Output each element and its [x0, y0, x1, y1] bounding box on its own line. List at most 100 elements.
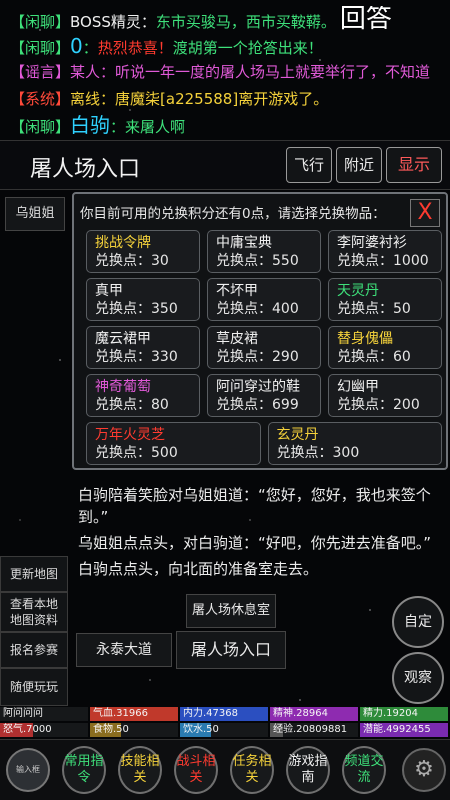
- exchange-item-cost: 兑换点：500: [95, 445, 178, 461]
- exchange-item[interactable]: 挑战令牌 兑换点：30: [86, 230, 200, 273]
- narration-text: 白驹陪着笑脸对乌姐姐道：“您好，您好，我也来签个到。” 乌姐姐点点头，对白驹道：…: [78, 484, 446, 584]
- exchange-item-name: 中庸宝典: [216, 235, 272, 251]
- status-bar-label: 怒气.7000: [3, 724, 52, 735]
- exchange-item[interactable]: 万年火灵芝兑换点：500: [86, 422, 261, 465]
- show-button[interactable]: 显示: [386, 147, 442, 183]
- skills-button[interactable]: 技能相关: [118, 746, 162, 794]
- exchange-item[interactable]: 幻幽甲兑换点：200: [328, 374, 442, 417]
- custom-command-button[interactable]: 自定: [392, 596, 444, 648]
- exchange-item[interactable]: 中庸宝典兑换点：550: [207, 230, 321, 273]
- combat-button[interactable]: 战斗相关: [174, 746, 218, 794]
- npc-button-wu-jiejie[interactable]: 乌姐姐: [5, 197, 65, 231]
- exchange-item-name: 草皮裙: [216, 331, 258, 347]
- exchange-item[interactable]: 替身傀儡 兑换点：60: [328, 326, 442, 369]
- status-bar: 怒气.7000: [0, 723, 88, 737]
- exchange-item[interactable]: 李阿婆衬衫 兑换点：1000: [328, 230, 442, 273]
- chat-line: 【系统】离线：唐魔柒[a225588]离开游戏了。: [10, 86, 440, 113]
- exchange-item-name: 万年火灵芝: [95, 427, 165, 443]
- observe-button[interactable]: 观察: [392, 652, 444, 704]
- exit-west-yongtai-road[interactable]: 永泰大道: [76, 633, 172, 667]
- exchange-item-name: 真甲: [95, 283, 123, 299]
- narration-line: 白驹点点头，向北面的准备室走去。: [78, 560, 319, 578]
- location-bar: 屠人场入口 飞行 附近 显示: [0, 140, 450, 190]
- exchange-item-name: 阿问穿过的鞋: [216, 379, 300, 395]
- exchange-item[interactable]: 神奇葡萄兑换点：80: [86, 374, 200, 417]
- status-bar: 内力.47368: [180, 707, 268, 721]
- chat-channel-tag: 【闲聊】: [10, 13, 71, 31]
- chat-message: 听说一年一度的屠人场马上就要举行了，不知道: [115, 63, 431, 81]
- exchange-item[interactable]: 草皮裙兑换点：290: [207, 326, 321, 369]
- nearby-button[interactable]: 附近: [336, 147, 382, 183]
- narration-line: 乌姐姐点点头，对白驹道：“好吧，你先进去准备吧。”: [78, 534, 432, 552]
- status-bar-label: 精神.28964: [273, 708, 328, 719]
- exchange-item-name: 神奇葡萄: [95, 379, 151, 395]
- narration-line: 白驹陪着笑脸对乌姐姐道：“您好，您好，我也来签个到。”: [78, 486, 431, 526]
- current-location-label: 屠人场入口: [176, 631, 286, 669]
- chat-channel-tag: 【系统】: [10, 89, 71, 108]
- chat-log[interactable]: 【闲聊】BOSS精灵：东市买骏马，西市买鞍鞯。 回答 【闲聊】0：热烈恭喜！渡胡第…: [0, 0, 450, 140]
- exchange-item-cost: 兑换点：290: [216, 349, 299, 365]
- exchange-item-cost: 兑换点：80: [95, 397, 169, 413]
- chat-separator: ：: [110, 118, 126, 136]
- exchange-item-name: 魔云裙甲: [95, 331, 151, 347]
- exchange-item[interactable]: 魔云裙甲兑换点：330: [86, 326, 200, 369]
- avatar[interactable]: 输入框: [6, 748, 50, 792]
- chat-message: 来屠人啊: [125, 118, 186, 136]
- status-bars: 阿问问问 气血.31966 内力.47368 精神.28964 精力.19204 怒气.7…: [0, 707, 450, 739]
- chat-speaker: 某人：: [70, 63, 116, 81]
- exchange-item-name: 幻幽甲: [337, 379, 379, 395]
- exchange-dialog-header: 你目前可用的兑换积分还有0点，请选择兑换物品：: [80, 206, 386, 222]
- exchange-item-cost: 兑换点：350: [95, 301, 178, 317]
- exchange-item[interactable]: 阿问穿过的鞋 兑换点：699: [207, 374, 321, 417]
- channel-chat-button[interactable]: 频道交流: [342, 746, 386, 794]
- chat-channel-tag: 【闲聊】: [10, 38, 71, 57]
- answer-link[interactable]: 回答: [340, 6, 392, 33]
- chat-message: 热烈恭喜！: [97, 38, 173, 57]
- chat-channel-tag: 【谣言】: [10, 63, 71, 81]
- exchange-dialog: 你目前可用的兑换积分还有0点，请选择兑换物品： X 挑战令牌 兑换点：30 中庸宝典…: [72, 192, 448, 470]
- status-bar-label: 食物.50: [93, 724, 129, 735]
- status-bar-label: 潜能.4992455: [363, 724, 431, 735]
- exchange-item-cost: 兑换点：550: [216, 253, 299, 269]
- chat-speaker: 离线：: [70, 89, 116, 108]
- status-bar-label: 内力.47368: [183, 708, 238, 719]
- exchange-item[interactable]: 天灵丹 兑换点：50: [328, 278, 442, 321]
- exchange-item-cost: 兑换点：200: [337, 397, 420, 413]
- status-bar: 阿问问问: [0, 707, 88, 721]
- bottom-nav: 输入框 常用指令 技能相关 战斗相关 任务相关 游戏指南 频道交流 ⚙: [0, 739, 450, 800]
- status-bar: 精神.28964: [270, 707, 358, 721]
- exchange-item-name: 替身傀儡: [337, 331, 393, 347]
- exchange-item-name: 挑战令牌: [95, 235, 151, 251]
- chat-line: 【闲聊】白驹：来屠人啊: [10, 112, 440, 139]
- guide-button[interactable]: 游戏指南: [286, 746, 330, 794]
- chat-line: 【闲聊】BOSS精灵：东市买骏马，西市买鞍鞯。 回答: [10, 6, 440, 33]
- exchange-item[interactable]: 不坏甲 兑换点：400: [207, 278, 321, 321]
- close-icon[interactable]: X: [410, 199, 440, 227]
- chat-message: 东市买骏马，西市买鞍鞯。: [155, 13, 336, 31]
- refresh-map-button[interactable]: 更新地图: [0, 556, 68, 592]
- exchange-item-cost: 兑换点：400: [216, 301, 299, 317]
- gear-icon[interactable]: ⚙: [402, 748, 446, 792]
- exit-north-rest-room[interactable]: 屠人场休息室: [186, 594, 276, 628]
- view-local-map-button[interactable]: 查看本地地图资料: [0, 592, 68, 632]
- exchange-item-cost: 兑换点：330: [95, 349, 178, 365]
- status-bar-label: 饮水.50: [183, 724, 219, 735]
- signup-button[interactable]: 报名参赛: [0, 632, 68, 668]
- chat-speaker: BOSS精灵：: [70, 13, 156, 31]
- casual-play-button[interactable]: 随便玩玩: [0, 668, 68, 706]
- exchange-item-cost: 兑换点：300: [276, 445, 360, 461]
- status-bar: 经验.20809881: [270, 723, 358, 737]
- fly-button[interactable]: 飞行: [286, 147, 332, 183]
- exchange-item-cost: 兑换点：50: [337, 301, 411, 317]
- exchange-item[interactable]: 玄灵丹兑换点：300: [267, 422, 442, 465]
- common-commands-button[interactable]: 常用指令: [62, 746, 106, 794]
- chat-line: 【谣言】某人：听说一年一度的屠人场马上就要举行了，不知道: [10, 59, 440, 86]
- chat-separator: ：: [82, 38, 98, 57]
- quest-button[interactable]: 任务相关: [230, 746, 274, 794]
- exchange-item-cost: 兑换点：699: [216, 397, 299, 413]
- chat-speaker-link[interactable]: 白驹: [70, 113, 110, 137]
- location-title: 屠人场入口: [30, 157, 141, 182]
- chat-speaker-link[interactable]: 0: [70, 34, 83, 58]
- exchange-item[interactable]: 真甲兑换点：350: [86, 278, 200, 321]
- exchange-item-name: 玄灵丹: [276, 427, 319, 443]
